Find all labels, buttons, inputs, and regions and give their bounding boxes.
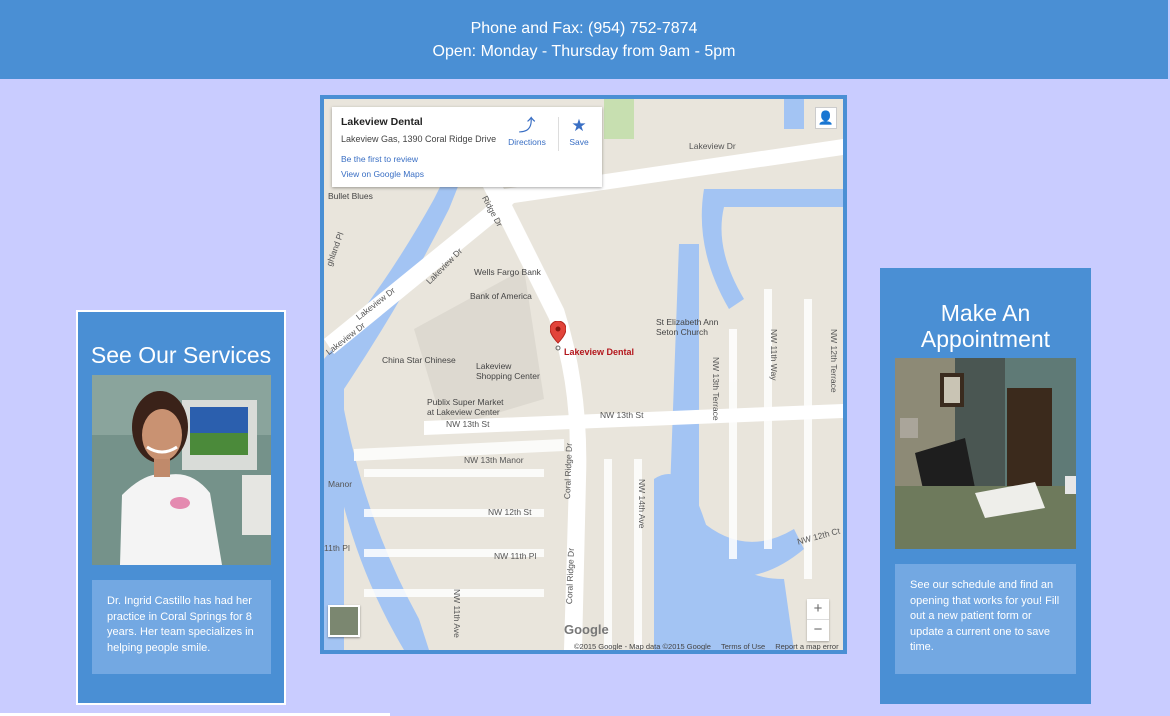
map-label: NW 11th Way: [769, 329, 779, 381]
map-label: Coral Ridge Dr: [564, 547, 576, 605]
header-bar: Phone and Fax: (954) 752-7874 Open: Mond…: [0, 0, 1168, 79]
office-photo: [895, 358, 1076, 549]
directions-button[interactable]: ⤴ Directions: [504, 115, 550, 147]
map-label: Bullet Blues: [328, 191, 373, 201]
map-label: China Star Chinese: [382, 355, 456, 365]
map-label: NW 13th St: [600, 410, 644, 420]
map-label: Coral Ridge Dr: [562, 442, 574, 500]
map-label: Publix Super Market at Lakeview Center: [427, 397, 504, 417]
google-map[interactable]: Lakeview Dr Lakeview Dr Lakeview Dr Lake…: [320, 95, 847, 654]
terms-link[interactable]: Terms of Use: [721, 642, 765, 650]
zoom-control[interactable]: + −: [807, 599, 829, 641]
review-link[interactable]: Be the first to review: [341, 154, 418, 164]
hours-text: Open: Monday - Thursday from 9am - 5pm: [432, 43, 736, 60]
report-error-link[interactable]: Report a map error: [775, 642, 838, 650]
map-label: NW 13th Terrace: [711, 357, 721, 421]
divider: [558, 117, 559, 151]
map-label: Lakeview Dr: [689, 141, 736, 151]
street-view-pegman-icon[interactable]: 👤: [815, 107, 837, 129]
appointment-card[interactable]: Make An Appointment See our schedule and…: [880, 268, 1091, 704]
save-label: Save: [569, 137, 589, 147]
map-label: NW 13th Manor: [464, 455, 524, 465]
services-title[interactable]: See Our Services: [78, 342, 284, 368]
map-footer: ©2015 Google - Map data ©2015 Google Ter…: [574, 642, 843, 651]
directions-icon: ⤴: [518, 116, 536, 135]
place-address: Lakeview Gas, 1390 Coral Ridge Drive: [341, 134, 497, 144]
zoom-out-button[interactable]: −: [807, 620, 829, 641]
map-label: Manor: [328, 479, 353, 489]
map-attribution: ©2015 Google - Map data ©2015 Google: [574, 642, 711, 651]
map-label: Bank of America: [470, 291, 532, 301]
services-card[interactable]: See Our Services Dr. Ingrid Castillo has…: [76, 310, 286, 705]
save-button[interactable]: ★ Save: [562, 115, 596, 147]
map-label: St Elizabeth Ann Seton Church: [656, 317, 719, 337]
pin-label[interactable]: Lakeview Dental: [564, 347, 634, 357]
map-label: NW 13th St: [446, 419, 490, 429]
doctor-photo: [92, 375, 271, 565]
phone-fax-text: Phone and Fax: (954) 752-7874: [470, 20, 698, 37]
map-label: Lakeview Shopping Center: [476, 361, 540, 381]
services-description: Dr. Ingrid Castillo has had her practice…: [92, 580, 271, 674]
map-label: NW 12th St: [488, 507, 532, 517]
google-logo: Google: [564, 622, 609, 637]
map-label: NW 14th Ave: [637, 479, 647, 529]
directions-label: Directions: [508, 137, 546, 147]
map-label: NW 11th Pl: [494, 551, 537, 561]
map-label: NW 11th Ave: [452, 589, 462, 638]
map-label: NW 12th Terrace: [829, 329, 839, 393]
view-on-google-maps-link[interactable]: View on Google Maps: [341, 169, 424, 179]
zoom-in-button[interactable]: +: [807, 599, 829, 620]
appointment-description: See our schedule and find an opening tha…: [895, 564, 1076, 674]
map-label: 11th Pl: [324, 543, 350, 553]
place-name: Lakeview Dental: [341, 116, 423, 128]
map-label: Wells Fargo Bank: [474, 267, 541, 277]
place-info-card: Lakeview Dental Lakeview Gas, 1390 Coral…: [332, 107, 602, 187]
appointment-title[interactable]: Make An Appointment: [921, 300, 1051, 352]
satellite-toggle[interactable]: [328, 605, 360, 637]
star-icon: ★: [571, 116, 587, 135]
